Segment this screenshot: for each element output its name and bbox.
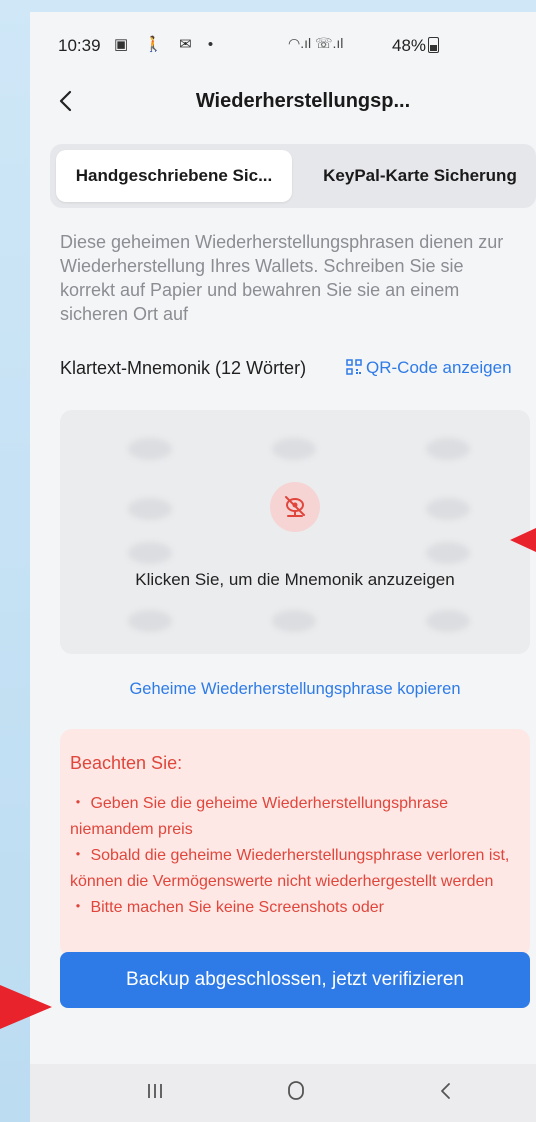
back-button[interactable]	[52, 86, 82, 116]
tab-handwritten-backup[interactable]: Handgeschriebene Sic...	[56, 150, 292, 202]
warning-item: ・ Sobald die geheime Wiederherstellungsp…	[70, 847, 510, 890]
annotation-arrow-left	[0, 985, 52, 1029]
mnemonic-label: Klartext-Mnemonik (12 Wörter)	[60, 358, 307, 378]
qr-link-label: QR-Code anzeigen	[366, 358, 512, 377]
verify-backup-button[interactable]: Backup abgeschlossen, jetzt verifizieren	[60, 952, 530, 1008]
blurred-word	[128, 498, 172, 520]
blurred-word	[426, 610, 470, 632]
recents-icon	[148, 1084, 162, 1098]
battery-indicator: 48%	[392, 36, 440, 56]
home-icon	[288, 1081, 304, 1100]
notification-icons: ▣ 🚶 ✉ •	[114, 36, 220, 53]
blurred-word	[426, 438, 470, 460]
backup-tabs: Handgeschriebene Sic... KeyPal-Karte Sic…	[50, 144, 536, 208]
mnemonic-header-row: Klartext-Mnemonik (12 Wörter) QR-Code an…	[60, 358, 530, 386]
warning-list: ・ Geben Sie die geheime Wiederherstellun…	[70, 791, 522, 921]
recents-button[interactable]	[135, 1076, 175, 1106]
blurred-word	[128, 610, 172, 632]
battery-percent: 48%	[392, 36, 427, 55]
home-button[interactable]	[276, 1076, 316, 1106]
status-bar: 10:39 ▣ 🚶 ✉ • ◠.ıl ☏.ıl 48%	[30, 12, 536, 64]
chevron-left-icon	[59, 90, 72, 112]
nav-back-icon	[441, 1083, 450, 1099]
app-header: Wiederherstellungsp...	[30, 74, 536, 130]
qr-code-icon	[346, 359, 362, 375]
blurred-word	[426, 542, 470, 564]
phone-screen: 10:39 ▣ 🚶 ✉ • ◠.ıl ☏.ıl 48% Wiederherste…	[30, 12, 536, 1122]
copy-phrase-link[interactable]: Geheime Wiederherstellungsphrase kopiere…	[60, 680, 530, 699]
warning-item: ・ Geben Sie die geheime Wiederherstellun…	[70, 795, 448, 838]
system-nav-bar	[30, 1064, 536, 1122]
blurred-word	[272, 438, 316, 460]
warning-box: Beachten Sie: ・ Geben Sie die geheime Wi…	[60, 729, 530, 957]
blurred-word	[128, 438, 172, 460]
tab-keypal-card-backup[interactable]: KeyPal-Karte Sicherung	[300, 150, 536, 202]
eye-off-icon	[285, 496, 305, 517]
signal-icons: ◠.ıl ☏.ıl	[288, 35, 344, 51]
warning-title: Beachten Sie:	[70, 753, 183, 773]
blurred-word	[426, 498, 470, 520]
warning-item: ・ Bitte machen Sie keine Screenshots ode…	[70, 899, 384, 916]
blurred-word	[272, 610, 316, 632]
status-time: 10:39	[58, 36, 101, 55]
reveal-instruction: Klicken Sie, um die Mnemonik anzuzeigen	[135, 570, 455, 589]
nav-back-button[interactable]	[426, 1076, 466, 1106]
description-text: Diese geheimen Wiederherstellungsphrasen…	[60, 232, 504, 324]
hidden-indicator	[270, 482, 320, 532]
blurred-word	[128, 542, 172, 564]
annotation-arrow-right	[510, 528, 536, 552]
battery-icon	[428, 37, 440, 53]
mnemonic-reveal-area[interactable]: Klicken Sie, um die Mnemonik anzuzeigen	[60, 410, 530, 654]
page-title: Wiederherstellungsp...	[195, 90, 411, 112]
show-qr-code-link[interactable]: QR-Code anzeigen	[346, 358, 512, 378]
